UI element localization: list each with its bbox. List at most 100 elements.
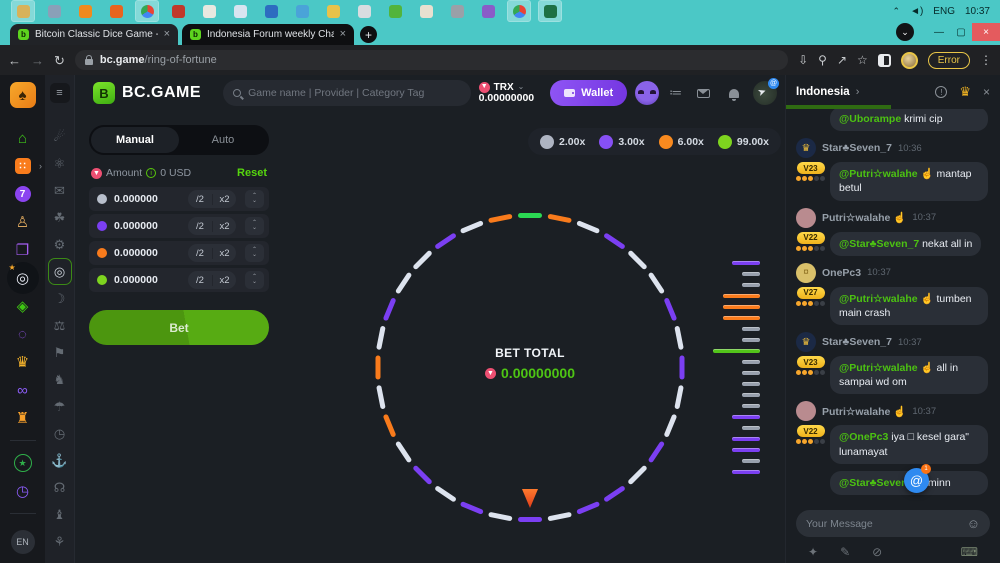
keyboard-icon[interactable]: ⌨ bbox=[961, 545, 978, 559]
mini-game-flag-icon[interactable]: ⚑ bbox=[48, 339, 72, 366]
tab-manual[interactable]: Manual bbox=[91, 127, 179, 153]
green-character-app-icon[interactable] bbox=[384, 1, 406, 21]
search-input[interactable] bbox=[248, 87, 461, 99]
tab-close-icon[interactable]: × bbox=[164, 29, 170, 40]
bet-button[interactable]: Bet bbox=[89, 310, 269, 345]
user-avatar[interactable] bbox=[796, 401, 816, 421]
window-maximize-button[interactable]: ▢ bbox=[950, 23, 972, 41]
mini-game-ring-of-fortune-icon[interactable]: ◎ bbox=[48, 258, 72, 285]
file-explorer-icon[interactable] bbox=[12, 1, 34, 21]
balance-selector[interactable]: ▼ TRX ⌄ 0.00000000 bbox=[479, 82, 534, 105]
bet-amount-value[interactable]: 0.000000 bbox=[114, 247, 181, 259]
side-panel-icon[interactable] bbox=[878, 54, 891, 67]
sidebar-item-lottery-tickets[interactable]: ❐ bbox=[0, 236, 45, 264]
mini-game-node-icon[interactable]: ☊ bbox=[48, 474, 72, 501]
mini-game-moon-icon[interactable]: ☽ bbox=[48, 285, 72, 312]
sidebar-item-casino-dice[interactable]: ∷› bbox=[0, 152, 45, 180]
username[interactable]: OnePc3 bbox=[822, 267, 861, 279]
user-avatar[interactable]: ♛ bbox=[796, 138, 816, 158]
bet-amount-value[interactable]: 0.000000 bbox=[114, 220, 181, 232]
chat-close-icon[interactable]: × bbox=[983, 85, 990, 99]
window-minimize-button[interactable]: — bbox=[928, 23, 950, 41]
taskbar-language[interactable]: ENG bbox=[933, 6, 955, 17]
legend-chip-3.00x[interactable]: 3.00x bbox=[599, 135, 644, 149]
hamburger-menu-icon[interactable]: ≡ bbox=[50, 83, 70, 103]
mention-link[interactable]: @Uborampe bbox=[839, 113, 901, 125]
coin-drop-icon[interactable]: ✦ bbox=[808, 545, 818, 559]
firefox-icon[interactable] bbox=[105, 1, 127, 21]
mini-game-flower-icon[interactable]: ⚘ bbox=[48, 528, 72, 555]
reset-button[interactable]: Reset bbox=[237, 167, 267, 179]
sidebar-item-home[interactable]: ⌂ bbox=[0, 124, 45, 152]
game-search[interactable] bbox=[223, 80, 471, 106]
browser-profile-avatar[interactable] bbox=[901, 52, 918, 69]
half-bet-button[interactable]: /2 bbox=[188, 275, 212, 286]
pidgin-app-icon[interactable] bbox=[353, 1, 375, 21]
sidebar-item-slots[interactable]: 7 bbox=[0, 180, 45, 208]
chat-rules-icon[interactable]: ! bbox=[935, 86, 947, 98]
double-bet-button[interactable]: x2 bbox=[212, 275, 236, 286]
wallet-button[interactable]: Wallet bbox=[550, 80, 627, 106]
mention-link[interactable]: @OnePc3 bbox=[839, 431, 888, 443]
half-bet-button[interactable]: /2 bbox=[188, 194, 212, 205]
mini-game-scales-icon[interactable]: ⚖ bbox=[48, 312, 72, 339]
half-bet-button[interactable]: /2 bbox=[188, 248, 212, 259]
mini-game-comet-icon[interactable]: ☄ bbox=[48, 123, 72, 150]
install-icon[interactable]: ⇩ bbox=[798, 53, 808, 67]
new-tab-button[interactable]: + bbox=[360, 26, 377, 43]
chat-rules-pencil-icon[interactable]: ✎ bbox=[840, 545, 850, 559]
gray-app-icon[interactable] bbox=[446, 1, 468, 21]
sidebar-item-recent-clock[interactable]: ◷ bbox=[0, 477, 45, 505]
back-button[interactable]: ← bbox=[8, 54, 21, 67]
window-close-button[interactable]: × bbox=[972, 23, 1000, 41]
half-bet-button[interactable]: /2 bbox=[188, 221, 212, 232]
user-avatar[interactable] bbox=[796, 208, 816, 228]
messages-icon[interactable] bbox=[697, 89, 709, 98]
legend-chip-6.00x[interactable]: 6.00x bbox=[659, 135, 704, 149]
tab-auto[interactable]: Auto bbox=[179, 127, 267, 153]
mini-game-clock-icon[interactable]: ◷ bbox=[48, 420, 72, 447]
sidebar-item-roulette[interactable]: ◌ bbox=[0, 320, 45, 348]
amount-stepper[interactable]: ⌃⌄ bbox=[245, 217, 264, 235]
notifications-bell-icon[interactable] bbox=[729, 89, 739, 98]
chat-message-input[interactable] bbox=[806, 518, 961, 530]
chat-room-avatar[interactable]: ➤ @ bbox=[753, 81, 777, 105]
mini-game-gear-icon[interactable]: ⚙ bbox=[48, 231, 72, 258]
bet-amount-value[interactable]: 0.000000 bbox=[114, 274, 181, 286]
url-bar[interactable]: bc.game/ring-of-fortune bbox=[75, 50, 788, 70]
username[interactable]: Star♣Seven_7 bbox=[822, 142, 892, 154]
amount-stepper[interactable]: ⌃⌄ bbox=[245, 190, 264, 208]
user-avatar[interactable]: ♛ bbox=[796, 332, 816, 352]
photos-app-icon[interactable] bbox=[43, 1, 65, 21]
amount-stepper[interactable]: ⌃⌄ bbox=[245, 244, 264, 262]
chat-messages[interactable]: Payout ×Profit 1.97x ✦ +5.59608040 ✦ ✦ bbox=[786, 109, 1000, 502]
yellow-folder-icon[interactable] bbox=[322, 1, 344, 21]
flower-app-icon[interactable] bbox=[415, 1, 437, 21]
blue-tiles-app-icon[interactable] bbox=[260, 1, 282, 21]
mini-game-mail-icon[interactable]: ✉ bbox=[48, 177, 72, 204]
sidebar-item-ring-of-fortune[interactable]: ★◎ bbox=[0, 264, 45, 292]
sidebar-item-language[interactable]: EN bbox=[11, 530, 35, 554]
sidebar-item-vip-crown[interactable]: ♛ bbox=[0, 348, 45, 376]
chevron-right-icon[interactable]: › bbox=[856, 86, 860, 98]
sidebar-item-lottery-99[interactable]: ∞ bbox=[0, 376, 45, 404]
chrome-icon[interactable] bbox=[136, 1, 158, 21]
window-chevron-icon[interactable]: ⌄ bbox=[896, 23, 914, 41]
info-icon[interactable]: i bbox=[146, 168, 156, 178]
legend-chip-2.00x[interactable]: 2.00x bbox=[540, 135, 585, 149]
account-list-icon[interactable]: ≔ bbox=[669, 85, 682, 101]
moderation-icon[interactable]: ⊘ bbox=[872, 545, 882, 559]
excel-icon[interactable] bbox=[539, 1, 561, 21]
mini-game-clover-icon[interactable]: ☘ bbox=[48, 204, 72, 231]
taskbar-overflow-chevron-icon[interactable]: ⌃ bbox=[893, 6, 901, 17]
bcgame-logo[interactable]: B BC.GAME bbox=[93, 82, 201, 104]
zoom-icon[interactable]: ⚲ bbox=[818, 53, 827, 67]
username[interactable]: Star♣Seven_7 bbox=[822, 336, 892, 348]
browser-tab-1[interactable]: b Bitcoin Classic Dice Game - Play | × bbox=[10, 24, 178, 45]
username[interactable]: Putri☆walahe ☝ bbox=[822, 405, 906, 418]
username[interactable]: Putri☆walahe ☝ bbox=[822, 211, 906, 224]
mention-notification-button[interactable]: @ 1 bbox=[904, 468, 929, 493]
sync-error-badge[interactable]: Error bbox=[928, 52, 970, 69]
clipboard-app-icon[interactable] bbox=[198, 1, 220, 21]
tab-close-icon[interactable]: × bbox=[340, 29, 346, 40]
